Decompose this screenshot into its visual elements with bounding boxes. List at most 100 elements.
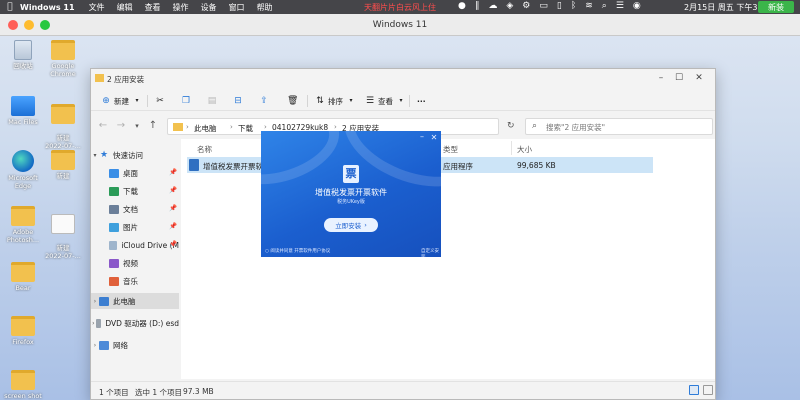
user-icon[interactable]: ◉ (633, 1, 641, 11)
refresh-icon[interactable]: ↻ (507, 121, 515, 131)
tiles-view-icon[interactable] (703, 385, 713, 395)
music-folder-icon (109, 276, 119, 286)
desktop-icon-new-folder-1[interactable]: 新建 2022-07-... (40, 96, 86, 158)
column-header-type[interactable]: 类型 (443, 144, 458, 155)
selected-size: 97.3 MB (183, 387, 214, 396)
column-header-size[interactable]: 大小 (517, 144, 532, 155)
trash-icon: 🗑 (287, 96, 299, 106)
wifi-icon[interactable]: ≋ (585, 1, 593, 11)
gear-icon[interactable]: ⚙ (522, 1, 530, 11)
breadcrumb-separator: › (264, 123, 267, 131)
new-button[interactable]: ⊕ 新建 ▾ (101, 93, 142, 109)
sidebar-item-music[interactable]: 音乐 (91, 273, 179, 289)
file-size: 99,685 KB (517, 161, 556, 170)
agreement-checkbox[interactable]: ○ 阅读并同意 开票软件用户协议 (265, 248, 330, 254)
file-type: 应用程序 (443, 162, 473, 171)
back-arrow-icon[interactable]: ← (97, 121, 109, 131)
desktop-icon-chrome[interactable]: Google Chrome (40, 40, 86, 78)
recycle-bin-icon (14, 40, 32, 60)
search-input[interactable] (546, 121, 706, 133)
menu-edit[interactable]: 编辑 (117, 2, 133, 13)
cut-button[interactable]: ✂ (155, 93, 165, 109)
maximize-icon[interactable]: ☐ (673, 72, 685, 84)
forward-arrow-icon[interactable]: → (115, 121, 127, 131)
menu-actions[interactable]: 操作 (173, 2, 189, 13)
custom-install-link[interactable]: 自定义安装 (421, 248, 441, 257)
menu-file[interactable]: 文件 (89, 2, 105, 13)
copy-icon: ❐ (181, 96, 191, 106)
chevron-right-icon[interactable]: › (91, 342, 99, 349)
rename-button[interactable]: ⊟ (233, 93, 243, 109)
status-tray: ● ∥ ☁ ◈ ⚙ ▭ ▯ ᛒ ≋ ⌕ ☰ ◉ (458, 1, 641, 11)
column-divider[interactable] (511, 141, 512, 155)
column-header-name[interactable]: 名称 (197, 144, 212, 155)
sidebar-item-videos[interactable]: 视频 (91, 255, 179, 271)
sidebar-item-quick-access[interactable]: ▾ ★ 快速访问 (91, 147, 179, 163)
install-now-button[interactable]: 立即安装 › (324, 218, 378, 232)
up-arrow-icon[interactable]: ↑ (147, 121, 159, 131)
apple-icon[interactable]:  (0, 2, 20, 12)
minimize-icon[interactable]: – (655, 72, 667, 84)
close-icon[interactable]: ✕ (429, 133, 439, 142)
pin-icon: 📌 (169, 222, 178, 230)
sidebar-item-dvd-drive[interactable]: › DVD 驱动器 (D:) esd (91, 315, 179, 331)
details-view-icon[interactable] (689, 385, 699, 395)
breadcrumb-downloads[interactable]: 下载 (238, 123, 253, 134)
installer-version: 税务UKey版 (337, 199, 365, 205)
search-box[interactable]: ⌕ (525, 118, 713, 135)
chevron-down-icon[interactable]: ▾ (91, 152, 99, 159)
recent-locations-chevron-icon[interactable]: ▾ (131, 121, 143, 131)
view-button[interactable]: ☰ 查看 ▾ (365, 93, 406, 109)
display-icon[interactable]: ▭ (539, 1, 548, 11)
sidebar-item-documents[interactable]: 文档 📌 (91, 201, 179, 217)
folder-icon (11, 206, 35, 226)
parallels-icon[interactable]: ∥ (475, 1, 480, 11)
sidebar-item-network[interactable]: › 网络 (91, 337, 179, 353)
desktop-icon-new-document[interactable]: 新建 2022-07-... (40, 206, 86, 268)
close-icon[interactable]: ✕ (693, 72, 705, 84)
breadcrumb-this-pc[interactable]: 此电脑 (194, 123, 217, 134)
videos-folder-icon (109, 258, 119, 268)
menu-devices[interactable]: 设备 (201, 2, 217, 13)
record-icon[interactable]: ● (458, 1, 466, 11)
copy-button[interactable]: ❐ (181, 93, 191, 109)
new-button[interactable]: 新装 (758, 1, 794, 13)
vm-window-titlebar: Windows 11 (0, 14, 800, 36)
delete-button[interactable]: 🗑 (287, 93, 299, 109)
navigation-pane: ▾ ★ 快速访问 桌面 📌 下载 📌 文档 📌 图片 📌 iCloud Driv… (91, 139, 179, 379)
paste-button[interactable]: ▤ (207, 93, 217, 109)
bluetooth-icon[interactable]: ᛒ (571, 1, 576, 11)
search-icon[interactable]: ⌕ (602, 1, 607, 11)
desktop-icon-firefox[interactable]: Firefox (0, 316, 46, 346)
control-center-icon[interactable]: ☰ (616, 1, 624, 11)
chevron-down-icon: ▾ (135, 97, 139, 104)
shield-icon[interactable]: ◈ (506, 1, 513, 11)
menu-window[interactable]: 窗口 (229, 2, 245, 13)
folder-icon (51, 40, 75, 60)
scissors-icon: ✂ (156, 96, 164, 106)
minimize-icon[interactable]: – (417, 132, 427, 141)
sidebar-item-desktop[interactable]: 桌面 📌 (91, 165, 179, 181)
application-icon (189, 159, 199, 171)
chevron-right-icon[interactable]: › (91, 298, 99, 305)
sidebar-item-pictures[interactable]: 图片 📌 (91, 219, 179, 235)
desktop-icon-bear[interactable]: Bear (0, 262, 46, 292)
selected-count: 选中 1 个项目 (135, 388, 183, 397)
share-button[interactable]: ⇪ (259, 93, 269, 109)
cloud-icon[interactable]: ☁ (488, 1, 497, 11)
sort-button[interactable]: ⇅ 排序 ▾ (315, 93, 356, 109)
desktop-icon-new-folder-2[interactable]: 新建 (40, 150, 86, 180)
plus-circle-icon: ⊕ (102, 96, 110, 106)
more-options-button[interactable]: ··· (417, 93, 426, 109)
toolbar-divider (147, 95, 148, 107)
sidebar-item-this-pc[interactable]: › 此电脑 (91, 293, 179, 309)
sidebar-item-downloads[interactable]: 下载 📌 (91, 183, 179, 199)
desktop-icon-screen-shot[interactable]: screen shot (0, 370, 46, 400)
chevron-right-icon: › (364, 221, 367, 229)
sidebar-item-icloud-drive[interactable]: iCloud Drive (M 📌 (91, 237, 179, 253)
app-menu-name[interactable]: Windows 11 (20, 3, 75, 12)
battery-icon[interactable]: ▯ (557, 1, 562, 11)
chevron-right-icon[interactable]: › (91, 320, 96, 327)
menu-help[interactable]: 帮助 (257, 2, 273, 13)
menu-view[interactable]: 查看 (145, 2, 161, 13)
